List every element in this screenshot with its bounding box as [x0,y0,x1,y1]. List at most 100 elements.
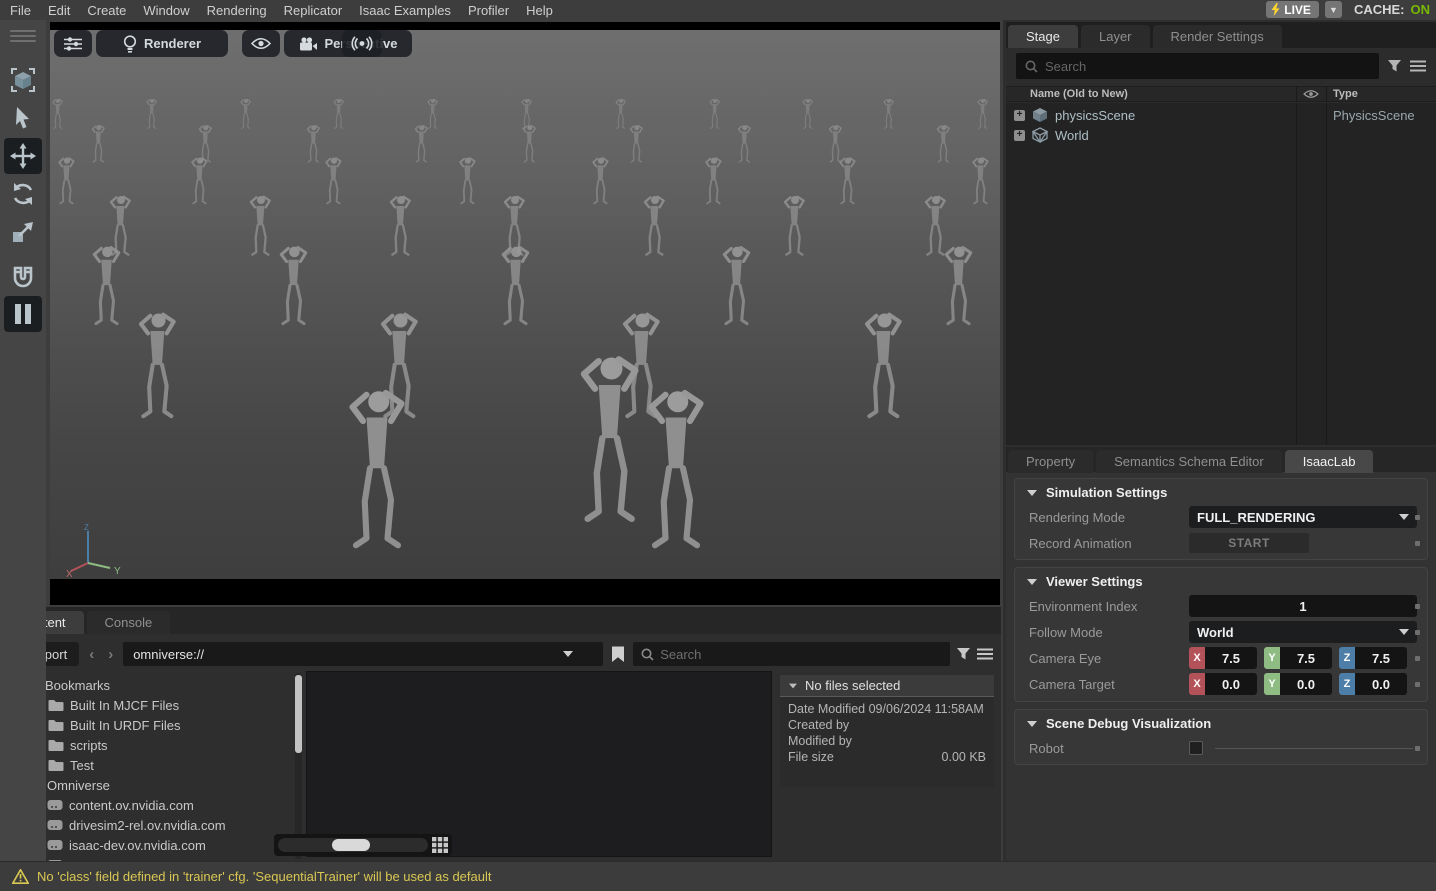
humanoid-robot[interactable] [860,310,907,422]
tree-item-drivesim-server[interactable]: + drivesim2-rel.ov.nvidia.com [30,815,226,835]
viewer-settings-header[interactable]: Viewer Settings [1015,568,1427,593]
tab-console[interactable]: Console [87,611,171,634]
visibility-menu-button[interactable] [242,30,280,57]
select-mode-button[interactable] [4,62,42,98]
stage-search-field[interactable] [1016,53,1379,79]
menu-create[interactable]: Create [87,3,126,18]
toolbar-grip-icon[interactable] [0,20,46,52]
menu-window[interactable]: Window [143,3,189,18]
axis-z-chip[interactable]: Z [1339,673,1355,695]
viewport[interactable]: Renderer Perspective X Y Z [50,22,1000,605]
viewport-scene[interactable] [50,30,1000,579]
filter-icon[interactable] [1387,59,1402,73]
options-menu-icon[interactable] [977,648,993,660]
menu-help[interactable]: Help [526,3,553,18]
default-value-dot[interactable] [1415,630,1420,635]
thumbnail-zoom-slider[interactable] [274,834,452,856]
axis-x-chip[interactable]: X [1189,673,1205,695]
axis-x-chip[interactable]: X [1189,647,1205,669]
tree-item-scripts[interactable]: scripts [48,735,108,755]
path-input[interactable] [123,647,563,662]
audio-toggle-button[interactable] [342,30,382,57]
humanoid-robot[interactable] [189,156,210,206]
humanoid-robot[interactable] [882,98,895,130]
tree-item-urdf[interactable]: Built In URDF Files [48,715,181,735]
stage-search-input[interactable] [1045,59,1370,74]
environment-index-field[interactable]: 1 [1189,595,1417,617]
default-value-dot[interactable] [1415,656,1420,661]
renderer-menu-button[interactable]: Renderer [96,30,228,57]
default-value-dot[interactable] [1415,746,1420,751]
pause-button[interactable] [4,296,42,332]
humanoid-robot[interactable] [736,124,753,164]
camera-target-z-field[interactable]: 0.0 [1355,673,1407,695]
humanoid-robot[interactable] [134,310,181,422]
humanoid-robot[interactable] [332,98,345,130]
scrollbar-thumb[interactable] [295,675,302,753]
camera-eye-x-field[interactable]: 7.5 [1205,647,1257,669]
tab-stage[interactable]: Stage [1008,25,1078,48]
humanoid-robot[interactable] [801,98,814,130]
scene-debug-header[interactable]: Scene Debug Visualization [1015,710,1427,735]
humanoid-robot[interactable] [342,386,412,554]
humanoid-robot[interactable] [781,194,808,258]
expand-plus-icon[interactable]: + [1014,130,1025,141]
tree-item-content-server[interactable]: + content.ov.nvidia.com [30,795,194,815]
rotate-tool-button[interactable] [4,176,42,212]
humanoid-robot[interactable] [145,98,158,130]
humanoid-robot[interactable] [387,194,414,258]
viewport-settings-button[interactable] [54,30,92,57]
humanoid-robot[interactable] [614,98,627,130]
grid-view-icon[interactable] [432,837,448,853]
tree-scrollbar[interactable] [295,673,302,859]
live-button[interactable]: LIVE [1266,1,1319,18]
tree-item-test[interactable]: Test [48,755,94,775]
camera-target-y-field[interactable]: 0.0 [1280,673,1332,695]
tab-semantics-schema-editor[interactable]: Semantics Schema Editor [1096,450,1282,473]
cursor-tool-button[interactable] [4,100,42,136]
axis-z-chip[interactable]: Z [1339,647,1355,669]
back-button[interactable]: ‹ [85,646,98,663]
humanoid-robot[interactable] [970,156,991,206]
start-button[interactable]: START [1189,533,1309,553]
humanoid-robot[interactable] [323,156,344,206]
humanoid-robot[interactable] [498,244,533,328]
camera-eye-y-field[interactable]: 7.5 [1280,647,1332,669]
default-value-dot[interactable] [1415,604,1420,609]
menu-profiler[interactable]: Profiler [468,3,509,18]
slider-handle[interactable] [332,839,370,851]
slider-track[interactable] [278,838,428,852]
bookmark-icon[interactable] [611,646,625,663]
humanoid-robot[interactable] [935,124,952,164]
humanoid-robot[interactable] [837,156,858,206]
forward-button[interactable]: › [104,646,117,663]
menu-edit[interactable]: Edit [48,3,70,18]
robot-checkbox[interactable] [1189,741,1203,755]
tree-item-isaac-dev-server[interactable]: + isaac-dev.ov.nvidia.com [30,835,206,855]
humanoid-robot[interactable] [590,156,611,206]
column-type[interactable]: Type [1333,88,1358,100]
live-dropdown-chevron[interactable]: ▼ [1325,1,1342,18]
rendering-mode-dropdown[interactable]: FULL_RENDERING [1189,506,1417,528]
humanoid-robot[interactable] [56,156,77,206]
file-grid-area[interactable] [306,671,772,857]
tab-render-settings[interactable]: Render Settings [1153,25,1282,48]
menu-isaac-examples[interactable]: Isaac Examples [359,3,451,18]
humanoid-robot[interactable] [89,244,124,328]
humanoid-robot[interactable] [239,98,252,130]
camera-eye-z-field[interactable]: 7.5 [1355,647,1407,669]
default-value-dot[interactable] [1415,541,1420,546]
humanoid-robot[interactable] [573,352,646,528]
axis-y-chip[interactable]: Y [1264,647,1280,669]
humanoid-robot[interactable] [708,98,721,130]
simulation-settings-header[interactable]: Simulation Settings [1015,479,1427,504]
default-value-dot[interactable] [1415,682,1420,687]
options-menu-icon[interactable] [1410,60,1426,72]
default-value-dot[interactable] [1415,515,1420,520]
stage-row-physicsscene[interactable]: + physicsScene PhysicsScene [1006,105,1436,125]
column-name[interactable]: Name (Old to New) [1006,88,1128,100]
scale-tool-button[interactable] [4,214,42,250]
humanoid-robot[interactable] [457,156,478,206]
humanoid-robot[interactable] [90,124,107,164]
camera-target-x-field[interactable]: 0.0 [1205,673,1257,695]
